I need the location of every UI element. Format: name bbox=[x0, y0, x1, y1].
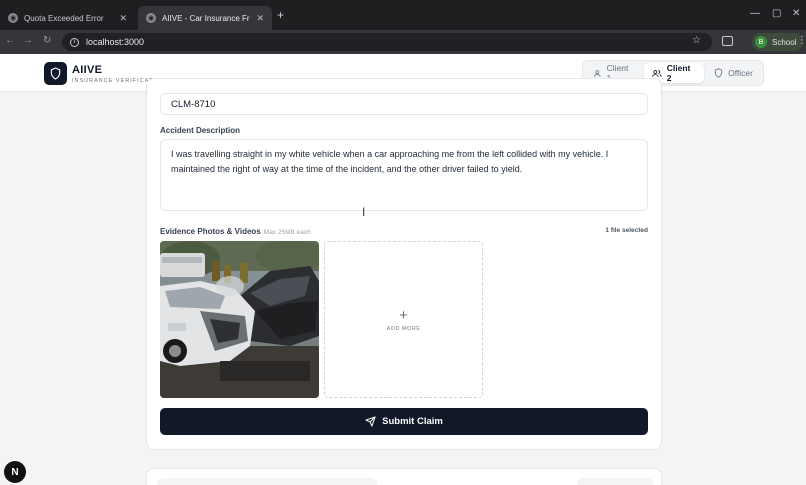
address-bar[interactable]: i localhost:3000 bbox=[62, 33, 712, 51]
browser-tab-quota[interactable]: ◉ Quota Exceeded Error ✕ bbox=[0, 6, 135, 30]
url-text: localhost:3000 bbox=[86, 37, 145, 47]
close-icon[interactable]: ✕ bbox=[119, 13, 127, 24]
side-panel-icon[interactable] bbox=[722, 36, 733, 46]
role-officer[interactable]: Officer bbox=[706, 63, 761, 83]
globe-icon: ◉ bbox=[146, 13, 156, 23]
back-icon[interactable]: ← bbox=[5, 35, 15, 46]
profile-name: School bbox=[772, 37, 797, 47]
evidence-label: Evidence Photos & Videos Max 25MB each bbox=[160, 227, 311, 236]
forward-icon[interactable]: → bbox=[23, 35, 33, 46]
site-info-icon[interactable]: i bbox=[70, 37, 79, 47]
evidence-size-hint: Max 25MB each bbox=[263, 229, 311, 236]
dev-tools-badge[interactable]: N bbox=[4, 461, 26, 483]
profile-button[interactable]: B School bbox=[752, 33, 804, 51]
placeholder-bar bbox=[577, 478, 653, 485]
brand-name: AIIVE bbox=[72, 64, 103, 76]
reload-icon[interactable]: ↻ bbox=[43, 35, 51, 46]
shield-icon bbox=[714, 68, 723, 78]
evidence-photo-thumbnail[interactable] bbox=[160, 241, 319, 398]
add-more-upload[interactable]: + ADD MORE bbox=[324, 241, 483, 398]
add-more-label: ADD MORE bbox=[386, 325, 421, 332]
placeholder-bar bbox=[157, 478, 377, 485]
plus-icon: + bbox=[399, 306, 408, 324]
accident-description-textarea[interactable]: I was travelling straight in my white ve… bbox=[160, 139, 648, 211]
tab-title: Quota Exceeded Error bbox=[24, 13, 104, 23]
role-label: Client 2 bbox=[666, 63, 691, 83]
user-icon bbox=[594, 69, 601, 77]
send-icon bbox=[365, 416, 376, 427]
maximize-icon[interactable]: ▢ bbox=[772, 8, 781, 19]
evidence-label-text: Evidence Photos & Videos bbox=[160, 227, 261, 236]
browser-tab-bar: ◉ Quota Exceeded Error ✕ ◉ AIIVE - Car I… bbox=[0, 0, 806, 30]
claim-id-input[interactable]: CLM-8710 bbox=[160, 93, 648, 115]
menu-dots-icon[interactable]: ⋮ bbox=[797, 35, 806, 46]
users-icon bbox=[652, 69, 662, 77]
minimize-icon[interactable]: — bbox=[750, 8, 760, 19]
file-count: 1 file selected bbox=[605, 227, 648, 234]
text-cursor-icon: I bbox=[362, 205, 366, 219]
submit-claim-button[interactable]: Submit Claim bbox=[160, 408, 648, 435]
submit-label: Submit Claim bbox=[382, 416, 443, 427]
description-label: Accident Description bbox=[160, 126, 241, 135]
browser-toolbar: ← → ↻ i localhost:3000 ☆ B School ⋮ bbox=[0, 30, 806, 54]
tab-title: AIIVE - Car Insurance Fraud Det bbox=[162, 13, 250, 23]
avatar: B bbox=[755, 36, 767, 48]
close-icon[interactable]: ✕ bbox=[256, 13, 264, 24]
new-tab-button[interactable]: + bbox=[277, 8, 284, 22]
next-card bbox=[146, 468, 662, 485]
role-label: Officer bbox=[728, 68, 753, 78]
close-window-icon[interactable]: ✕ bbox=[792, 8, 800, 19]
bookmark-star-icon[interactable]: ☆ bbox=[692, 35, 701, 46]
globe-icon: ◉ bbox=[8, 13, 18, 23]
browser-tab-aiive[interactable]: ◉ AIIVE - Car Insurance Fraud Det ✕ bbox=[138, 6, 272, 30]
shield-logo-icon bbox=[44, 62, 67, 85]
